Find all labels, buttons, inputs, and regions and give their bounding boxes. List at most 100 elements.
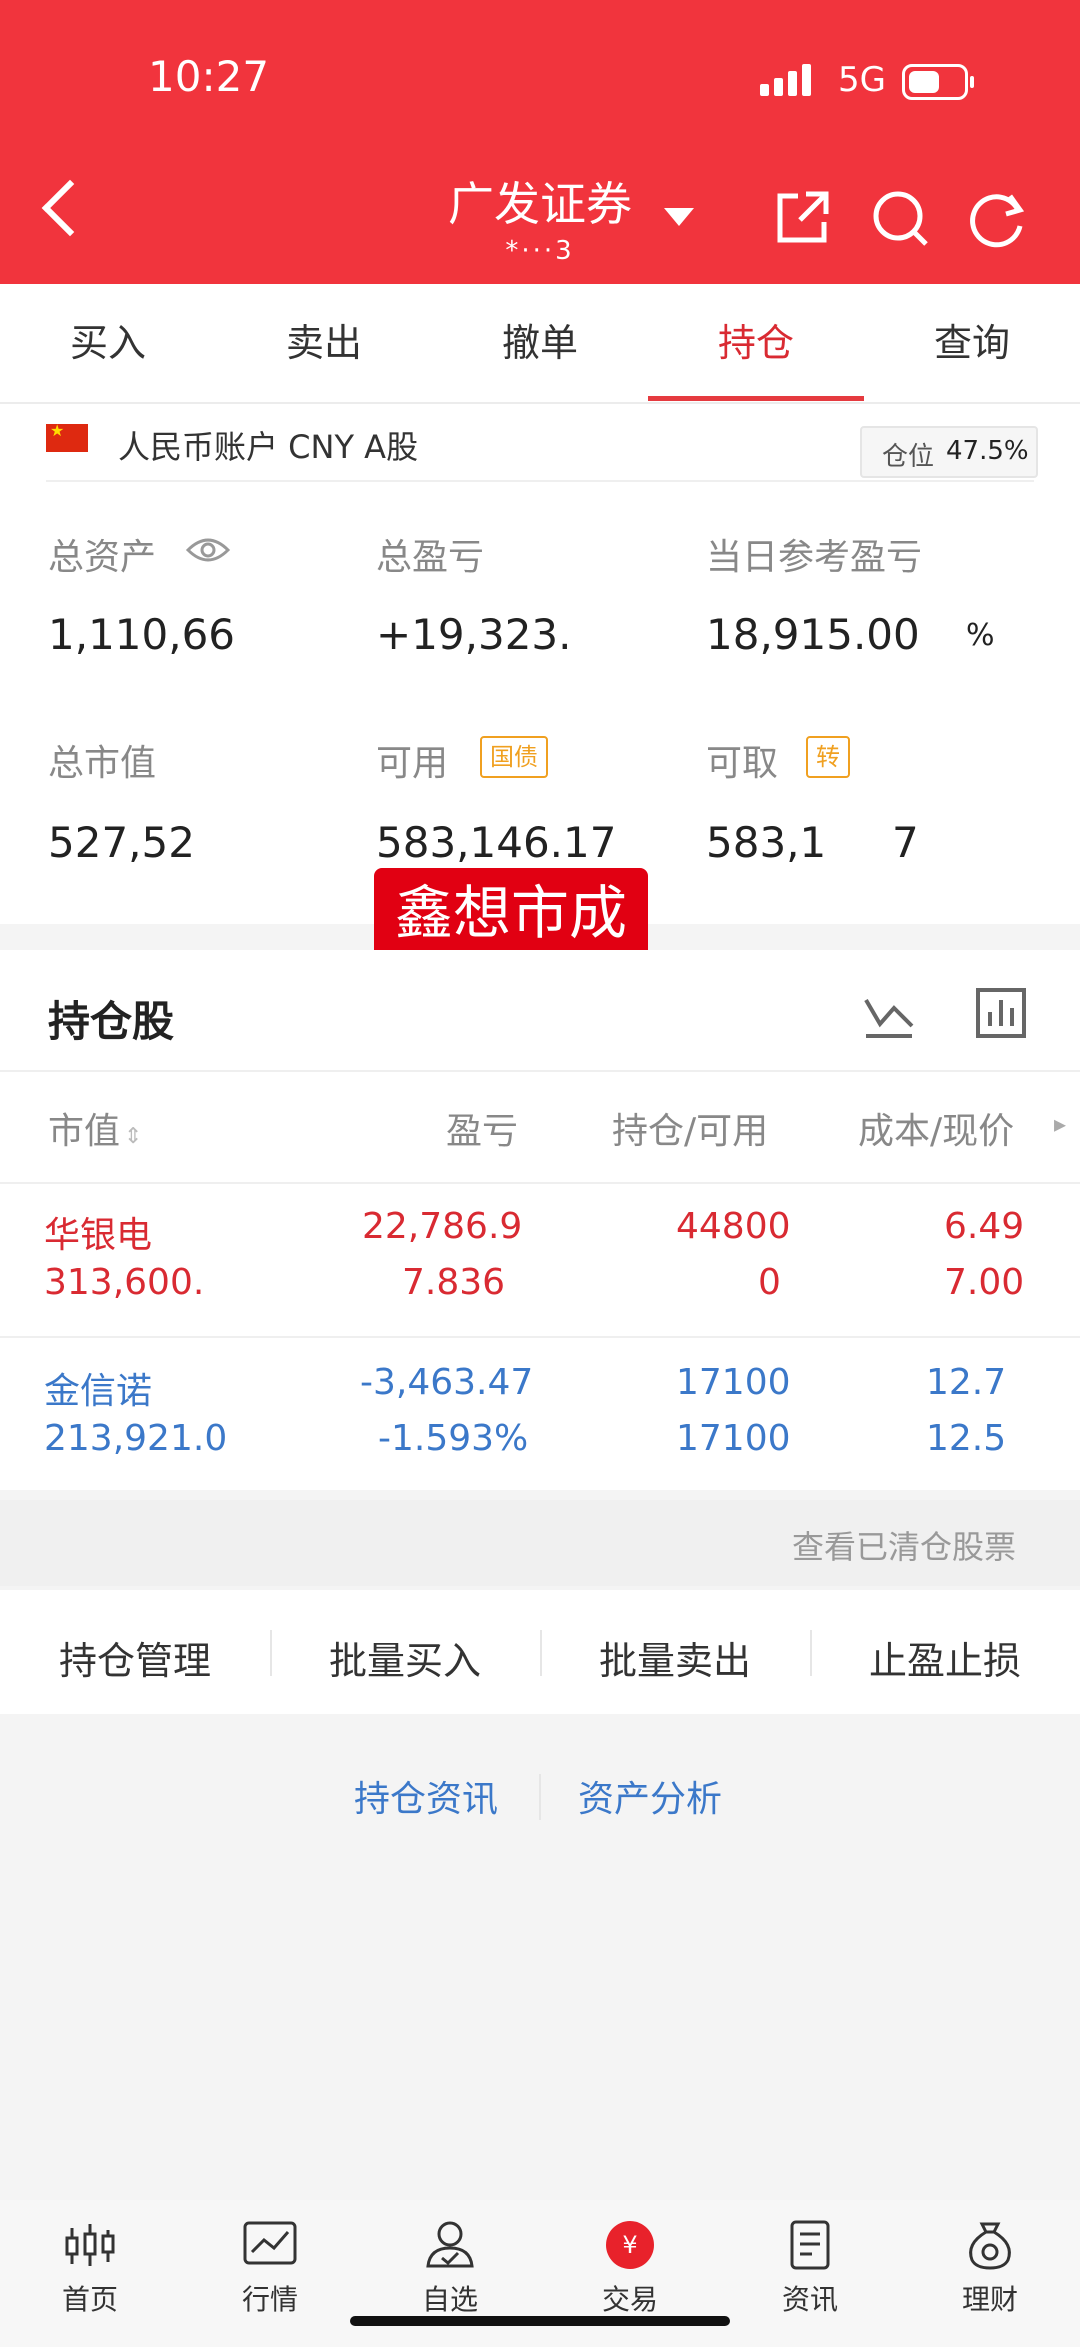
table-row[interactable]: 金信诺 213,921.0 -3,463.47 -1.593% 17100 17…	[0, 1338, 1080, 1494]
position-ratio-badge: 仓位 47.5%	[860, 426, 1038, 478]
stock-pl-pct: 7.836	[402, 1262, 506, 1303]
stock-name: 金信诺	[44, 1371, 153, 1412]
nav-label: 理财	[961, 2283, 1018, 2316]
stock-cost: 6.49	[944, 1206, 1025, 1247]
dropdown-caret-icon[interactable]	[664, 208, 694, 226]
status-time: 10:27	[148, 52, 270, 101]
nav-watchlist[interactable]: 自选	[360, 2220, 540, 2318]
transfer-chip[interactable]: 转	[806, 736, 850, 778]
stock-pl: 22,786.9	[362, 1206, 523, 1247]
document-icon	[790, 2220, 830, 2270]
trend-chart-icon[interactable]	[862, 986, 916, 1040]
column-header-market-value[interactable]: 市值 ⇕	[48, 1102, 142, 1154]
nav-wealth[interactable]: 理财	[900, 2220, 1080, 2318]
batch-buy-button[interactable]: 批量买入	[270, 1630, 540, 1685]
nav-label: 资讯	[781, 2283, 838, 2316]
withdrawable-label: 可取	[706, 743, 779, 784]
market-value-label: 总市值	[48, 743, 157, 784]
money-bag-icon	[969, 2222, 1011, 2270]
account-summary: ★ 人民币账户 CNY A股 仓位 47.5% 总资产 1,110,66 总盈亏…	[0, 404, 1080, 958]
info-links: 持仓资讯 资产分析	[0, 1760, 1080, 1830]
available-label: 可用	[376, 743, 449, 784]
stock-price: 7.00	[944, 1262, 1025, 1303]
stock-market-value: 313,600.	[44, 1262, 205, 1303]
batch-sell-button[interactable]: 批量卖出	[540, 1630, 810, 1685]
network-type: 5G	[838, 60, 886, 100]
daily-pl-pct: %	[966, 618, 995, 653]
column-header-pl[interactable]: 盈亏	[446, 1102, 518, 1154]
asset-analysis-link[interactable]: 资产分析	[578, 1770, 722, 1822]
tab-sell[interactable]: 卖出	[216, 312, 432, 367]
nav-trade[interactable]: ¥ 交易	[540, 2220, 720, 2318]
cleared-stocks-bar: 查看已清仓股票	[0, 1500, 1080, 1586]
china-flag-icon: ★	[46, 421, 88, 452]
home-indicator[interactable]	[350, 2316, 730, 2326]
nav-home[interactable]: 首页	[0, 2220, 180, 2318]
account-type: 人民币账户 CNY A股	[118, 428, 419, 466]
divider	[0, 1070, 1080, 1072]
stock-available: 17100	[676, 1418, 791, 1459]
watermark-label: 鑫想市成	[374, 868, 648, 958]
stock-pl-pct: -1.593%	[378, 1418, 529, 1459]
take-profit-stop-loss-button[interactable]: 止盈止损	[810, 1630, 1080, 1685]
refresh-icon[interactable]	[966, 186, 1030, 250]
stock-market-value: 213,921.0	[44, 1418, 228, 1459]
holdings-section: 持仓股 市值 ⇕ 盈亏 持仓/可用 成本/现价 ▸ 华银电 313,600. 22…	[0, 950, 1080, 1490]
holdings-title: 持仓股	[48, 997, 175, 1046]
tab-query[interactable]: 查询	[864, 312, 1080, 367]
trade-tabs: 买入 卖出 撤单 持仓 查询	[0, 284, 1080, 404]
cleared-stocks-link[interactable]: 查看已清仓股票	[792, 1522, 1016, 1568]
position-ratio-value: 47.5%	[946, 436, 1029, 466]
tab-cancel[interactable]: 撤单	[432, 312, 648, 367]
daily-pl-label: 当日参考盈亏	[706, 537, 923, 578]
nav-label: 自选	[421, 2283, 478, 2316]
nav-label: 行情	[241, 2283, 298, 2316]
column-header-label: 市值	[48, 1111, 121, 1152]
position-ratio-label: 仓位	[882, 442, 935, 472]
total-pl-label: 总盈亏	[376, 537, 485, 578]
available-value: 583,146.17	[376, 818, 617, 867]
stock-position: 44800	[676, 1206, 791, 1247]
line-chart-icon	[243, 2221, 297, 2265]
withdrawable-value: 583,1	[706, 818, 827, 867]
sort-icon: ⇕	[124, 1124, 143, 1149]
total-assets-label: 总资产	[48, 537, 157, 578]
divider	[46, 480, 1034, 482]
tab-buy[interactable]: 买入	[0, 312, 216, 367]
divider	[539, 1774, 541, 1820]
treasury-chip[interactable]: 国债	[480, 736, 548, 778]
stock-name: 华银电	[44, 1215, 153, 1256]
daily-pl-value: 18,915.00	[706, 610, 920, 659]
holdings-actions: 持仓管理 批量买入 批量卖出 止盈止损	[0, 1590, 1080, 1714]
eye-icon[interactable]	[184, 530, 232, 570]
bottom-navigation: 首页 行情 自选 ¥ 交易 资讯 理财	[0, 2200, 1080, 2347]
status-indicators: 5G	[760, 54, 990, 104]
scroll-right-icon[interactable]: ▸	[1054, 1110, 1066, 1138]
bar-chart-icon[interactable]	[974, 986, 1028, 1040]
share-icon[interactable]	[770, 186, 834, 250]
tab-positions[interactable]: 持仓	[648, 312, 864, 367]
holdings-news-link[interactable]: 持仓资讯	[354, 1770, 498, 1822]
stock-cost: 12.7	[926, 1362, 1007, 1403]
withdrawable-value-tail: 7	[892, 818, 919, 867]
total-pl-value: +19,323.	[376, 610, 572, 659]
search-icon[interactable]	[868, 186, 932, 250]
svg-text:¥: ¥	[622, 2231, 637, 2259]
user-check-icon	[426, 2221, 474, 2268]
stock-position: 17100	[676, 1362, 791, 1403]
battery-icon	[902, 64, 974, 100]
column-header-cost-price[interactable]: 成本/现价	[858, 1102, 1014, 1154]
manage-positions-button[interactable]: 持仓管理	[0, 1630, 270, 1685]
nav-news[interactable]: 资讯	[720, 2220, 900, 2318]
nav-label: 首页	[61, 2283, 118, 2316]
stock-available: 0	[758, 1262, 781, 1303]
nav-market[interactable]: 行情	[180, 2220, 360, 2318]
market-value-value: 527,52	[48, 818, 195, 867]
stock-pl: -3,463.47	[360, 1362, 534, 1403]
nav-label: 交易	[601, 2283, 658, 2316]
active-tab-indicator	[648, 396, 864, 401]
candlestick-icon	[65, 2224, 115, 2266]
stock-price: 12.5	[926, 1418, 1007, 1459]
column-header-position[interactable]: 持仓/可用	[612, 1102, 768, 1154]
table-row[interactable]: 华银电 313,600. 22,786.9 7.836 44800 0 6.49…	[0, 1182, 1080, 1338]
